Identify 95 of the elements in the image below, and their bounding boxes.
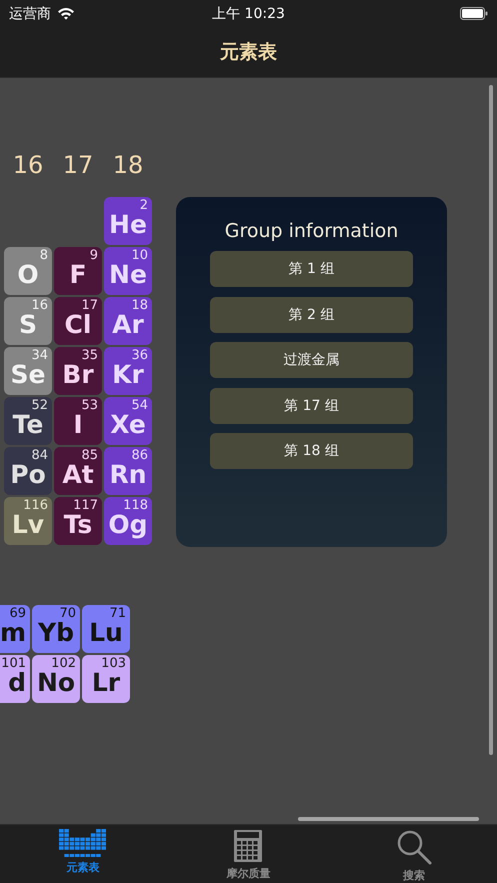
element-tile[interactable]: 10 Ne <box>104 247 152 295</box>
element-symbol: Lv <box>12 511 44 539</box>
atomic-number: 102 <box>51 656 76 671</box>
atomic-number: 2 <box>140 198 148 213</box>
element-symbol: Rn <box>109 461 147 489</box>
element-symbol: Yb <box>38 619 74 647</box>
element-tile[interactable]: 18 Ar <box>104 297 152 345</box>
atomic-number: 18 <box>131 298 148 313</box>
element-symbol: Cl <box>64 311 92 339</box>
element-symbol: Lu <box>89 619 123 647</box>
element-tile[interactable]: 102 No <box>32 655 80 703</box>
element-tile[interactable]: 70 Yb <box>32 605 80 653</box>
element-tile[interactable]: 17 Cl <box>54 297 102 345</box>
element-tile[interactable]: 118 Og <box>104 497 152 545</box>
tab-bar-item[interactable]: 摩尔质量 <box>166 825 332 883</box>
atomic-number: 8 <box>40 248 48 263</box>
element-symbol: Ts <box>64 511 92 539</box>
element-symbol: S <box>18 311 37 339</box>
nav-title: 元素表 <box>220 40 277 65</box>
element-symbol: I <box>73 411 83 439</box>
atomic-number: 101 <box>1 656 26 671</box>
element-symbol: m <box>0 619 26 647</box>
element-tile[interactable]: 34 Se <box>4 347 52 395</box>
atomic-number: 54 <box>131 398 148 413</box>
element-symbol: Po <box>10 461 46 489</box>
element-symbol: F <box>69 261 87 289</box>
group-number: 17 <box>62 150 94 180</box>
atomic-number: 53 <box>81 398 98 413</box>
element-symbol: Se <box>10 361 46 389</box>
element-tile[interactable]: 53 I <box>54 397 102 445</box>
element-tile[interactable]: 2 He <box>104 197 152 245</box>
panel-title: Group information <box>224 219 398 243</box>
periodic-table-icon <box>58 829 107 857</box>
element-symbol: Ar <box>112 311 144 339</box>
element-tile[interactable]: 9 F <box>54 247 102 295</box>
atomic-number: 71 <box>109 606 126 621</box>
element-symbol: Ne <box>109 261 147 289</box>
search-icon <box>396 829 432 865</box>
atomic-number: 103 <box>101 656 126 671</box>
wifi-icon <box>57 7 75 20</box>
atomic-number: 117 <box>73 498 98 513</box>
battery-icon <box>460 7 488 20</box>
group-button[interactable]: 过渡金属 <box>210 342 413 378</box>
element-symbol: Kr <box>112 361 144 389</box>
group-button[interactable]: 第 1 组 <box>210 251 413 287</box>
atomic-number: 16 <box>31 298 48 313</box>
status-time: 上午 10:23 <box>212 4 285 22</box>
element-symbol: Lr <box>92 669 120 697</box>
atomic-number: 86 <box>131 448 148 463</box>
group-button[interactable]: 第 18 组 <box>210 433 413 469</box>
element-tile[interactable]: 86 Rn <box>104 447 152 495</box>
element-symbol: At <box>62 461 94 489</box>
element-tile[interactable]: 52 Te <box>4 397 52 445</box>
element-symbol: Te <box>12 411 44 439</box>
atomic-number: 10 <box>131 248 148 263</box>
atomic-number: 52 <box>31 398 48 413</box>
atomic-number: 34 <box>31 348 48 363</box>
element-tile[interactable]: 103 Lr <box>82 655 130 703</box>
element-symbol: d <box>8 669 26 697</box>
element-tile[interactable]: 85 At <box>54 447 102 495</box>
atomic-number: 70 <box>59 606 76 621</box>
atomic-number: 118 <box>123 498 148 513</box>
element-symbol: Xe <box>110 411 146 439</box>
tab-bar-item[interactable]: 搜索 <box>331 825 497 883</box>
element-tile[interactable]: 101 d <box>0 655 30 703</box>
atomic-number: 35 <box>81 348 98 363</box>
group-number: 18 <box>112 150 144 180</box>
carrier-label: 运营商 <box>9 4 51 22</box>
atomic-number: 17 <box>81 298 98 313</box>
element-tile[interactable]: 54 Xe <box>104 397 152 445</box>
element-symbol: Og <box>108 511 148 539</box>
element-tile[interactable]: 69 m <box>0 605 30 653</box>
tab-bar-item[interactable]: 元素表 <box>0 825 166 883</box>
atomic-number: 84 <box>31 448 48 463</box>
atomic-number: 36 <box>131 348 148 363</box>
element-symbol: He <box>109 211 147 239</box>
atomic-number: 9 <box>90 248 98 263</box>
calculator-icon <box>233 829 264 863</box>
element-symbol: Br <box>62 361 94 389</box>
element-tile[interactable]: 35 Br <box>54 347 102 395</box>
element-tile[interactable]: 117 Ts <box>54 497 102 545</box>
element-symbol: O <box>17 261 39 289</box>
group-number: 16 <box>12 150 44 180</box>
element-tile[interactable]: 116 Lv <box>4 497 52 545</box>
element-symbol: No <box>36 669 76 697</box>
atomic-number: 85 <box>81 448 98 463</box>
element-tile[interactable]: 71 Lu <box>82 605 130 653</box>
group-button[interactable]: 第 2 组 <box>210 296 413 332</box>
element-tile[interactable]: 84 Po <box>4 447 52 495</box>
element-tile[interactable]: 36 Kr <box>104 347 152 395</box>
atomic-number: 69 <box>9 606 26 621</box>
atomic-number: 116 <box>23 498 48 513</box>
element-tile[interactable]: 8 O <box>4 247 52 295</box>
group-button[interactable]: 第 17 组 <box>210 388 413 424</box>
element-tile[interactable]: 16 S <box>4 297 52 345</box>
